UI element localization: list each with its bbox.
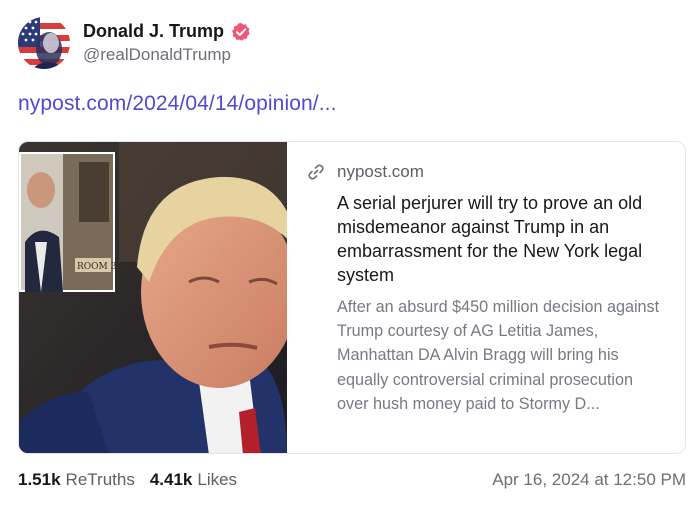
verified-badge-icon [231,22,251,42]
post-header: Donald J. Trump @realDonaldTrump [18,16,251,70]
avatar[interactable] [18,17,70,69]
author-names: Donald J. Trump @realDonaldTrump [83,21,251,65]
post-footer: 1.51k ReTruths 4.41k Likes Apr 16, 2024 at… [18,470,686,490]
card-image: ROOM 3 [19,142,287,453]
card-body: nypost.com A serial perjurer will try to… [287,142,685,453]
likes-stat[interactable]: 4.41k Likes [150,470,237,490]
inset-room-sign: ROOM 3 [77,262,117,272]
retruths-label: ReTruths [65,470,135,489]
link-icon [307,163,325,181]
handle[interactable]: @realDonaldTrump [83,45,251,65]
card-title[interactable]: A serial perjurer will try to prove an o… [337,191,665,287]
card-description: After an absurd $450 million decision ag… [337,298,660,413]
likes-count: 4.41k [149,470,193,489]
likes-label: Likes [197,470,238,489]
post-link[interactable]: nypost.com/2024/04/14/opinion/... [18,92,337,116]
card-source: nypost.com [307,162,665,182]
card-source-domain: nypost.com [337,162,424,181]
retruths-count: 1.51k [18,470,61,489]
display-name[interactable]: Donald J. Trump [83,21,224,42]
post-timestamp[interactable]: Apr 16, 2024 at 12:50 PM [492,470,686,490]
retruths-stat[interactable]: 1.51k ReTruths [18,470,135,490]
display-name-row: Donald J. Trump [83,21,251,42]
link-preview-card[interactable]: ROOM 3 nypost.com A serial perjurer will… [18,141,686,454]
